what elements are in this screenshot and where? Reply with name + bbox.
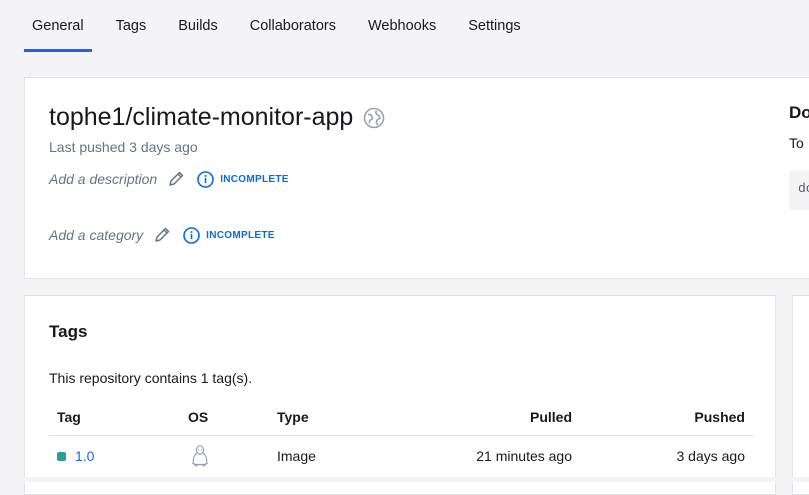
repo-name: tophe1/climate-monitor-app <box>49 103 354 131</box>
tags-card: Tags This repository contains 1 tag(s). … <box>24 295 776 495</box>
side-panel-code-snippet[interactable]: do <box>789 170 809 210</box>
repo-tab-bar: General Tags Builds Collaborators Webhoo… <box>24 0 545 52</box>
tab-general[interactable]: General <box>24 0 92 52</box>
description-status-badge: INCOMPLETE <box>197 170 289 188</box>
column-header-tag: Tag <box>57 409 81 425</box>
side-panel-text: To <box>789 135 804 151</box>
info-icon <box>183 226 200 244</box>
description-placeholder: Add a description <box>49 171 158 187</box>
pulled-cell: 21 minutes ago <box>476 448 572 464</box>
type-cell: Image <box>277 448 316 464</box>
tags-table-header: Tag OS Type Pulled Pushed <box>49 399 753 436</box>
tag-status-indicator <box>57 451 66 461</box>
tags-table: Tag OS Type Pulled Pushed 1.0 Image 21 m… <box>49 399 753 476</box>
linux-icon <box>190 444 210 468</box>
info-icon <box>197 170 214 188</box>
column-header-pushed: Pushed <box>694 409 745 425</box>
category-row: Add a category INCOMPLETE <box>49 226 275 244</box>
tab-collaborators[interactable]: Collaborators <box>242 0 344 52</box>
category-status-label: INCOMPLETE <box>206 229 275 241</box>
tags-section-title: Tags <box>49 322 88 341</box>
description-row: Add a description INCOMPLETE <box>49 170 289 188</box>
os-cell <box>188 436 210 476</box>
category-status-badge: INCOMPLETE <box>183 226 275 244</box>
pushed-cell: 3 days ago <box>676 448 746 464</box>
last-pushed-text: Last pushed 3 days ago <box>49 139 198 155</box>
tab-builds[interactable]: Builds <box>170 0 226 52</box>
column-header-pulled: Pulled <box>529 409 572 425</box>
repo-overview-card: tophe1/climate-monitor-app Last pushed 3… <box>24 77 809 279</box>
category-placeholder: Add a category <box>49 227 144 243</box>
page-bottom-edge <box>0 477 809 482</box>
column-header-os: OS <box>188 409 209 425</box>
edit-description-pencil-icon[interactable] <box>167 170 185 188</box>
globe-icon <box>363 107 385 129</box>
tag-link[interactable]: 1.0 <box>75 448 94 464</box>
column-header-type: Type <box>277 409 309 425</box>
description-status-label: INCOMPLETE <box>220 173 289 185</box>
edit-category-pencil-icon[interactable] <box>153 226 171 244</box>
repo-title-row: tophe1/climate-monitor-app <box>49 103 385 132</box>
tags-summary: This repository contains 1 tag(s). <box>49 370 253 386</box>
tab-webhooks[interactable]: Webhooks <box>360 0 444 52</box>
table-row: 1.0 Image 21 minutes ago 3 days ago <box>49 436 753 476</box>
tag-cell: 1.0 <box>57 436 94 476</box>
tab-settings[interactable]: Settings <box>460 0 528 52</box>
side-card <box>792 295 809 495</box>
side-panel-title: Do <box>789 103 809 122</box>
tab-tags[interactable]: Tags <box>108 0 155 52</box>
